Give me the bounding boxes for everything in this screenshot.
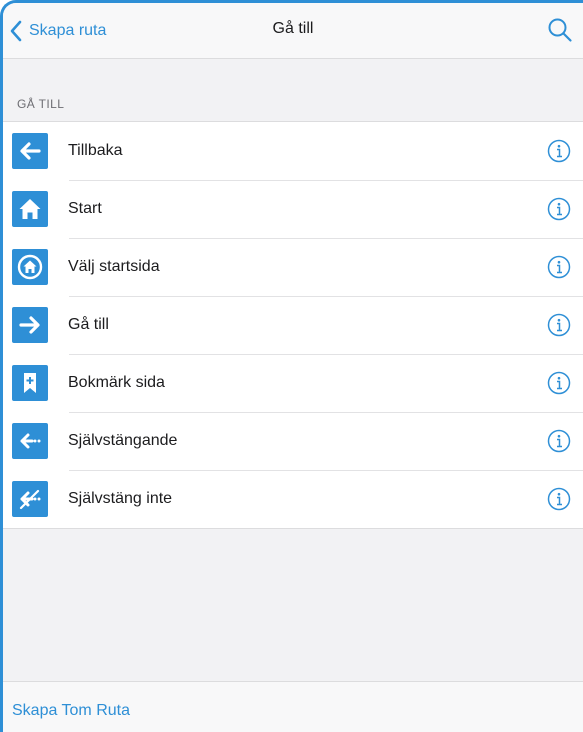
window-frame: Skapa ruta Gå till GÅ TILL Tillbaka Star… <box>0 0 583 732</box>
search-button[interactable] <box>547 17 573 43</box>
info-icon[interactable] <box>547 313 571 337</box>
tile-sjalvstang-inte <box>12 481 48 517</box>
tile-ga-till <box>12 307 48 343</box>
home-circle-icon <box>17 254 43 280</box>
list-item-valj-startsida[interactable]: Välj startsida <box>3 238 583 296</box>
list-item-label: Gå till <box>68 316 109 333</box>
list-item-sjalvstangande[interactable]: Självstängande <box>3 412 583 470</box>
tile-bokmark-sida <box>12 365 48 401</box>
list-item-label: Start <box>68 200 102 217</box>
search-icon <box>548 18 572 42</box>
goto-list: Tillbaka Start Välj startsida Gå till Bo… <box>3 121 583 529</box>
info-icon[interactable] <box>547 255 571 279</box>
info-icon[interactable] <box>547 139 571 163</box>
list-item-bokmark-sida[interactable]: Bokmärk sida <box>3 354 583 412</box>
create-empty-tile-link[interactable]: Skapa Tom Ruta <box>12 702 130 720</box>
list-item-label: Självstängande <box>68 432 178 449</box>
home-icon <box>19 199 41 219</box>
list-item-label: Självstäng inte <box>68 490 173 507</box>
list-item-label: Välj startsida <box>68 258 160 275</box>
info-icon[interactable] <box>547 429 571 453</box>
info-icon[interactable] <box>547 487 571 511</box>
bottom-toolbar: Skapa Tom Ruta <box>3 681 583 732</box>
list-item-label: Tillbaka <box>68 142 123 159</box>
info-icon[interactable] <box>547 197 571 221</box>
tile-start <box>12 191 48 227</box>
arrow-left-crossed-icon <box>19 489 41 510</box>
navigation-bar: Skapa ruta Gå till <box>3 3 583 59</box>
arrow-right-icon <box>19 316 40 334</box>
tile-tillbaka <box>12 133 48 169</box>
page-title: Gå till <box>272 20 314 37</box>
list-item-ga-till[interactable]: Gå till <box>3 296 583 354</box>
tile-sjalvstangande <box>12 423 48 459</box>
list-item-label: Bokmärk sida <box>68 374 165 391</box>
list-item-tillbaka[interactable]: Tillbaka <box>3 122 583 180</box>
section-header: GÅ TILL <box>17 97 65 111</box>
arrow-left-icon <box>20 142 41 160</box>
bookmark-add-icon <box>24 373 36 393</box>
tile-valj-startsida <box>12 249 48 285</box>
info-icon[interactable] <box>547 371 571 395</box>
list-item-start[interactable]: Start <box>3 180 583 238</box>
arrow-left-dots-icon <box>20 433 41 449</box>
list-item-sjalvstang-inte[interactable]: Självstäng inte <box>3 470 583 528</box>
